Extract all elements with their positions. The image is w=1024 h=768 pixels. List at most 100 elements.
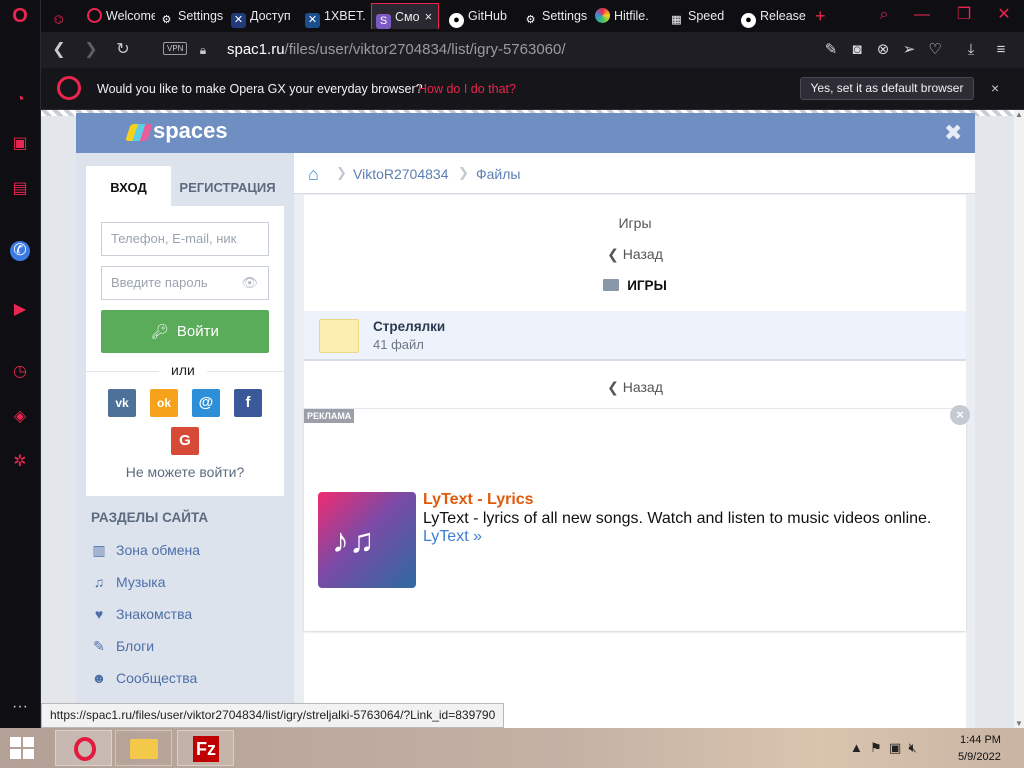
folder-title[interactable]: Стрелялки bbox=[373, 319, 445, 334]
minimize-icon[interactable]: — bbox=[903, 0, 941, 30]
clock-time[interactable]: 1:44 PM bbox=[960, 734, 1001, 746]
page-scrollbar[interactable]: ▲ ▼ bbox=[1014, 110, 1024, 728]
menu-icon[interactable]: ≡ bbox=[991, 40, 1011, 60]
close-prompt-icon[interactable]: × bbox=[991, 80, 999, 96]
taskbar-explorer[interactable] bbox=[115, 730, 172, 766]
opera-menu-icon[interactable]: O bbox=[10, 6, 30, 26]
facebook-icon[interactable]: f bbox=[234, 389, 262, 417]
folder-row[interactable]: Стрелялки 41 файл bbox=[304, 311, 966, 361]
breadcrumb-user[interactable]: ViktoR2704834 bbox=[353, 166, 448, 182]
url-field[interactable]: spac1.ru/files/user/viktor2704834/list/i… bbox=[227, 41, 566, 58]
tab-1xbet[interactable]: ✕ 1XBET. bbox=[301, 3, 371, 29]
start-button[interactable] bbox=[10, 737, 34, 759]
tab-settings-1[interactable]: ⚙ Settings bbox=[155, 3, 227, 29]
how-to-link[interactable]: How do I do that? bbox=[418, 82, 516, 96]
window-close-icon[interactable]: ✕ bbox=[985, 0, 1023, 30]
ad-title[interactable]: LyText - Lyrics bbox=[423, 491, 534, 509]
site-close-icon[interactable]: ✖ bbox=[944, 120, 962, 146]
login-button[interactable]: 🔑︎ Войти bbox=[101, 310, 269, 353]
tab-github[interactable]: ● GitHub bbox=[445, 3, 517, 29]
tab-hitfile[interactable]: Hitfile. bbox=[591, 3, 665, 29]
ad-close-icon[interactable]: × bbox=[950, 405, 970, 425]
speed-limiter-icon[interactable]: ◔ bbox=[10, 90, 30, 110]
close-tab-icon[interactable]: × bbox=[425, 4, 432, 29]
heart-icon[interactable]: ♡ bbox=[925, 40, 945, 60]
download-icon[interactable]: ⤓ bbox=[961, 40, 981, 60]
folder-count: 41 файл bbox=[373, 337, 424, 352]
back-link-bottom[interactable]: ❮ Назад bbox=[304, 379, 966, 396]
ok-icon[interactable]: ok bbox=[150, 389, 178, 417]
site-logo[interactable]: spaces bbox=[153, 118, 228, 144]
tab-spaces-active[interactable]: S Смо × bbox=[371, 3, 439, 29]
ad-block[interactable]: РЕКЛАМА × ♪♫ LyText - Lyrics LyText - ly… bbox=[304, 405, 970, 631]
group-icon: ☻ bbox=[91, 670, 107, 686]
restore-icon[interactable]: ❐ bbox=[945, 0, 983, 30]
block-icon[interactable]: ⊗ bbox=[873, 40, 893, 60]
tab-release[interactable]: ● Release bbox=[737, 3, 807, 29]
section-item-communities[interactable]: ☻ Сообщества bbox=[90, 666, 198, 690]
scroll-down-icon[interactable]: ▼ bbox=[1015, 719, 1023, 728]
more-icon[interactable]: ··· bbox=[10, 697, 30, 717]
clock-date[interactable]: 5/9/2022 bbox=[958, 751, 1001, 763]
set-default-button[interactable]: Yes, set it as default browser bbox=[800, 77, 974, 100]
scroll-up-icon[interactable]: ▲ bbox=[1015, 110, 1023, 119]
folder-caption: Игры bbox=[618, 215, 652, 231]
lock-icon[interactable]: 🔒︎ bbox=[193, 40, 213, 60]
system-tray[interactable]: ▲ ⚑ ▣ 🔇︎ bbox=[850, 740, 917, 756]
cant-login-link[interactable]: Не можете войти? bbox=[86, 464, 284, 480]
history-icon[interactable]: ◷ bbox=[10, 362, 30, 382]
twitch-icon[interactable]: ▤ bbox=[10, 179, 30, 199]
flag-icon[interactable]: ⚑ bbox=[870, 740, 882, 755]
cube-icon[interactable]: ◈ bbox=[10, 407, 30, 427]
section-item-music[interactable]: ♫ Музыка bbox=[90, 570, 166, 594]
tab-settings-2[interactable]: ⚙ Settings bbox=[519, 3, 591, 29]
tab-login[interactable]: ВХОД bbox=[86, 166, 171, 206]
tab-welcome[interactable]: Welcome bbox=[83, 3, 155, 29]
hitfile-icon bbox=[595, 8, 610, 23]
google-icon[interactable]: G bbox=[171, 427, 199, 455]
spaces-icon: S bbox=[376, 14, 391, 29]
vk-icon[interactable]: vk bbox=[108, 389, 136, 417]
vpn-badge[interactable]: VPN bbox=[163, 42, 188, 55]
section-heading-label: ИГРЫ bbox=[627, 278, 667, 293]
section-item-dating[interactable]: ♥ Знакомства bbox=[90, 602, 192, 626]
forward-icon[interactable]: ❯ bbox=[81, 40, 101, 60]
settings-icon[interactable]: ✲ bbox=[10, 452, 30, 472]
section-item-exchange[interactable]: ▥ Зона обмена bbox=[90, 538, 200, 562]
home-icon[interactable]: ⌂ bbox=[308, 164, 319, 185]
volume-muted-icon[interactable]: 🔇︎ bbox=[909, 740, 917, 755]
back-link-top[interactable]: ❮ Назад bbox=[304, 246, 966, 263]
taskbar-opera[interactable] bbox=[55, 730, 112, 766]
mail-icon[interactable]: @ bbox=[192, 389, 220, 417]
shopping-bag-icon[interactable]: ▣ bbox=[10, 134, 30, 154]
ad-image[interactable]: ♪♫ bbox=[318, 492, 416, 588]
taskbar-filezilla[interactable]: Fz bbox=[177, 730, 234, 766]
edit-icon[interactable]: ✎ bbox=[821, 40, 841, 60]
search-tabs-icon[interactable]: ⌕ bbox=[865, 0, 903, 30]
ad-link[interactable]: LyText » bbox=[423, 528, 482, 546]
login-input[interactable]: Телефон, E-mail, ник bbox=[101, 222, 269, 256]
windows-logo-pane bbox=[23, 737, 34, 747]
back-icon[interactable]: ❮ bbox=[49, 40, 69, 60]
password-input[interactable]: Введите пароль 👁︎ bbox=[101, 266, 269, 300]
tab-speed-dial[interactable]: ▦ Speed bbox=[665, 3, 737, 29]
reload-icon[interactable]: ↻ bbox=[113, 40, 133, 60]
new-tab-button[interactable]: + bbox=[811, 3, 833, 29]
folder-icon bbox=[319, 319, 359, 353]
folder-icon bbox=[130, 739, 158, 759]
tab-gx-corner[interactable]: ⌬ bbox=[47, 3, 83, 29]
tab-register[interactable]: РЕГИСТРАЦИЯ bbox=[171, 166, 284, 206]
tab-dostup[interactable]: ✕ Доступ bbox=[227, 3, 301, 29]
network-icon[interactable]: ▣ bbox=[889, 740, 901, 755]
windows-logo-pane bbox=[10, 749, 21, 759]
player-icon[interactable]: ▶ bbox=[10, 300, 30, 320]
music-icon: ♫ bbox=[93, 574, 105, 590]
camera-icon[interactable]: ◙ bbox=[847, 40, 867, 60]
send-icon[interactable]: ➢ bbox=[899, 40, 919, 60]
section-item-blogs[interactable]: ✎ Блоги bbox=[90, 634, 154, 658]
messenger-icon[interactable]: ✆ bbox=[10, 241, 30, 261]
chevron-up-icon[interactable]: ▲ bbox=[850, 740, 863, 755]
eye-icon[interactable]: 👁︎ bbox=[241, 267, 258, 299]
heart-icon: ♥ bbox=[94, 606, 104, 622]
breadcrumb-files[interactable]: Файлы bbox=[476, 166, 520, 182]
